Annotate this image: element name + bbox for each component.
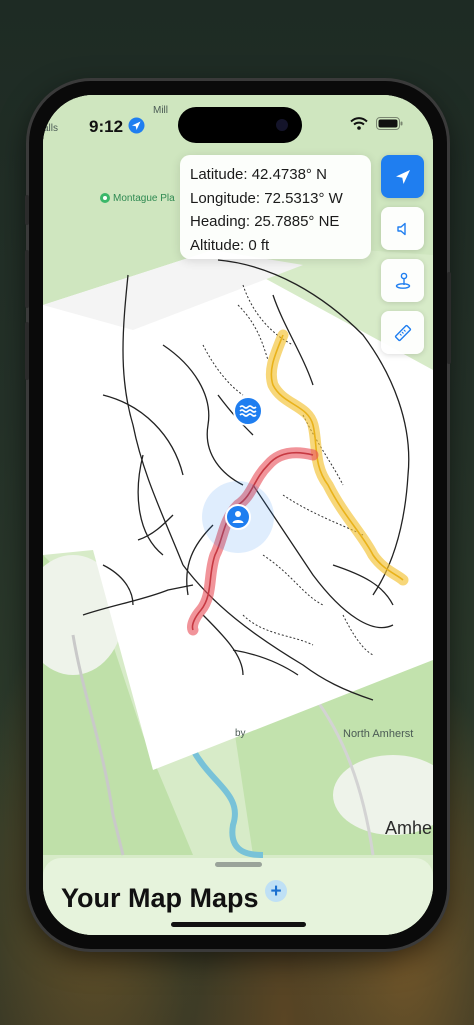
longitude-text: Longitude: 72.5313° W bbox=[190, 189, 343, 207]
home-indicator[interactable] bbox=[171, 922, 306, 927]
dynamic-island bbox=[178, 107, 302, 143]
wifi-icon bbox=[350, 117, 368, 130]
sheet-grabber[interactable] bbox=[215, 862, 262, 867]
front-camera bbox=[276, 119, 288, 131]
audio-button[interactable] bbox=[381, 207, 424, 250]
water-waves-icon bbox=[239, 405, 257, 417]
add-map-button[interactable]: + bbox=[265, 880, 287, 902]
map-pin-icon bbox=[395, 272, 410, 289]
user-location-marker[interactable] bbox=[225, 504, 251, 530]
location-arrow-icon bbox=[128, 117, 145, 134]
phone-screen: alls Mill Montague Pla by North Amherst … bbox=[43, 95, 433, 935]
altitude-text: Altitude: 0 ft bbox=[190, 236, 270, 254]
map-label-by: by bbox=[235, 728, 246, 739]
action-button bbox=[25, 195, 29, 225]
map-label-north-amherst: North Amherst bbox=[343, 728, 414, 740]
map-label-poi: Montague Pla bbox=[113, 193, 175, 204]
map-label-falls: alls bbox=[43, 123, 59, 134]
location-button[interactable] bbox=[381, 155, 424, 198]
water-marker[interactable] bbox=[233, 396, 263, 426]
measure-button[interactable] bbox=[381, 311, 424, 354]
plus-icon: + bbox=[270, 880, 282, 902]
volume-down-button bbox=[25, 322, 29, 380]
map-label-mill: Mill bbox=[153, 105, 168, 116]
pin-button[interactable] bbox=[381, 259, 424, 302]
battery-icon bbox=[376, 117, 403, 130]
volume-up-button bbox=[25, 250, 29, 308]
speaker-icon bbox=[396, 222, 406, 235]
map-label-amherst: Amhe bbox=[385, 818, 433, 838]
ruler-icon bbox=[394, 324, 411, 341]
sheet-title: Your Map Maps bbox=[61, 883, 259, 913]
latitude-text: Latitude: 42.4738° N bbox=[190, 166, 327, 183]
location-info-panel: Latitude: 42.4738° N Longitude: 72.5313°… bbox=[180, 155, 371, 259]
location-arrow-icon bbox=[395, 169, 410, 184]
heading-text: Heading: 25.7885° NE bbox=[190, 213, 340, 230]
status-icons bbox=[350, 117, 403, 130]
status-time: 9:12 bbox=[89, 117, 145, 137]
person-icon bbox=[232, 511, 244, 523]
power-button bbox=[447, 272, 451, 364]
